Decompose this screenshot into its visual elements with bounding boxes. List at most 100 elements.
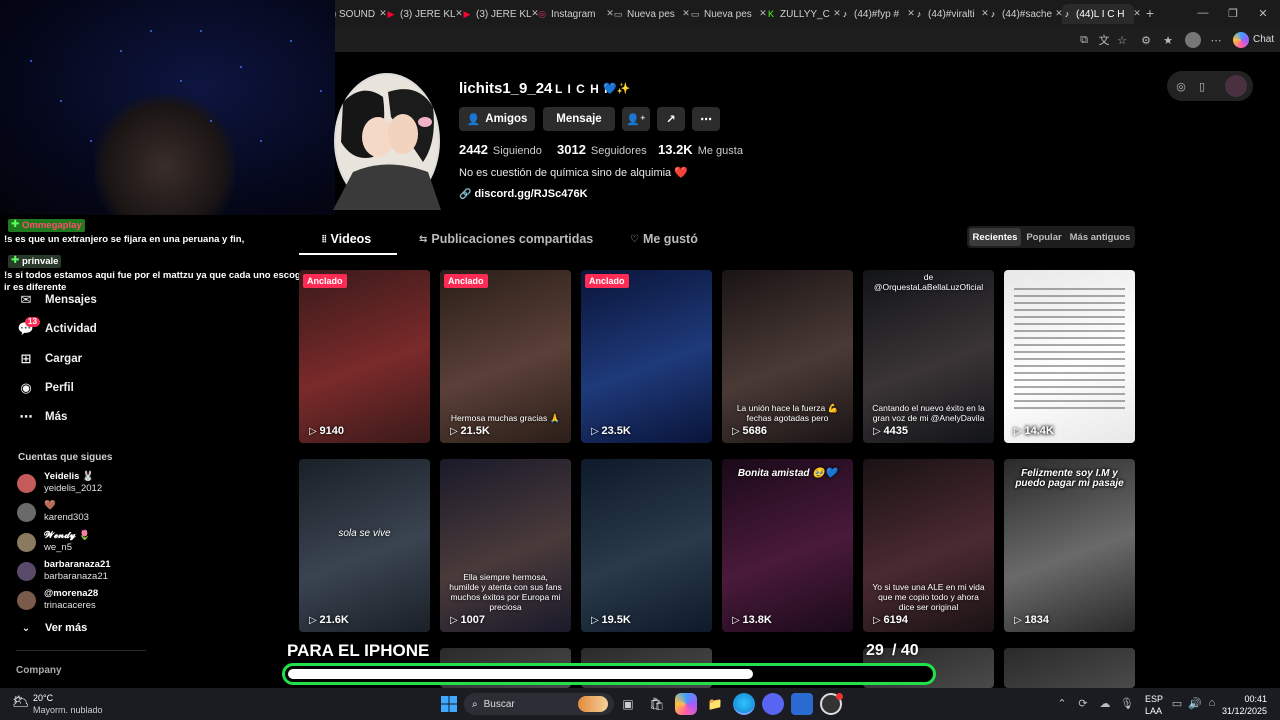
video-tile[interactable]: ▷ 19.5K (581, 459, 712, 632)
share-button[interactable]: ↗ (657, 107, 685, 131)
language-code[interactable]: ESP (1145, 694, 1163, 704)
windows-start-icon[interactable] (438, 693, 460, 715)
sort-option[interactable]: Popular (1023, 228, 1065, 246)
tab-heart[interactable]: ♡ Me gustó (630, 232, 698, 246)
clock-date[interactable]: 31/12/2025 (1219, 706, 1267, 716)
tab-label: (44)#sache (1002, 8, 1053, 20)
see-more-label: Ver más (45, 622, 88, 634)
device-icon[interactable]: ▯ (1196, 79, 1208, 93)
company-link[interactable]: Company (16, 665, 62, 676)
following-item[interactable]: barbaranaza21 barbaranaza21 (17, 559, 111, 583)
network-icon[interactable]: ⌂ (1206, 697, 1218, 709)
more-options-button[interactable]: ⋯ (692, 107, 720, 131)
display-icon[interactable]: ▭ (1171, 697, 1183, 710)
store-icon[interactable]: 🛍 (646, 693, 668, 715)
tab-12[interactable]: ♪ (44)#viralti (914, 4, 982, 24)
video-tile[interactable]: La unión hace la fuerza 💪 fechas agotada… (722, 270, 853, 443)
following-item[interactable]: 🤎 karend303 (17, 500, 89, 524)
translate-icon[interactable]: 文 (1097, 33, 1111, 47)
video-tile[interactable]: Anclado Hermosa muchas gracias 🙏 ▷ 21.5K (440, 270, 571, 443)
tab-grid[interactable]: ⦙⦙ Videos (322, 232, 371, 246)
onedrive-icon[interactable]: ☁ (1099, 697, 1111, 710)
pinned-badge: Anclado (303, 274, 347, 288)
close-window-icon[interactable]: ✕ (1256, 6, 1270, 20)
favorites-bar-icon[interactable]: ★ (1161, 33, 1175, 47)
following-item[interactable]: 𝓦𝓮𝓷𝓭𝔂 🌷 we_n5 (17, 530, 90, 554)
tab-6[interactable]: ▶ (3) JERE KL (462, 4, 532, 24)
show-hidden-icons[interactable]: ⌃ (1056, 697, 1068, 710)
view-count-value: 4435 (883, 425, 908, 437)
tab-8[interactable]: ▭ Nueva pes (613, 4, 683, 24)
sidebar-item-2[interactable]: ⊞ Cargar (18, 351, 83, 367)
sidebar-item-label: Perfil (45, 382, 74, 394)
browser-menu-icon[interactable]: ⋯ (1209, 33, 1223, 47)
tab-5[interactable]: ▶ (3) JERE KL (386, 4, 456, 24)
language-layout[interactable]: LAA (1145, 706, 1162, 716)
new-tab-icon[interactable]: + (1143, 5, 1157, 21)
sidebar-item-4[interactable]: ⋯ Más (18, 409, 68, 425)
discord-icon[interactable] (762, 693, 784, 715)
weather-desc[interactable]: Mayorm. nublado (33, 705, 103, 715)
sort-option[interactable]: Más antiguos (1067, 228, 1133, 246)
favorite-icon[interactable]: ☆ (1115, 33, 1129, 47)
stat-label: Me gusta (697, 145, 743, 157)
extensions-icon[interactable]: ⚙ (1139, 33, 1153, 47)
video-tile[interactable]: sola se vive ▷ 21.6K (299, 459, 430, 632)
video-tile[interactable]: Anclado ▷ 9140 (299, 270, 430, 443)
light-dot (120, 50, 122, 52)
copilot-taskbar-icon[interactable] (675, 693, 697, 715)
open-external-icon[interactable]: ⧉ (1077, 33, 1091, 47)
weather-temp[interactable]: 20°C (33, 693, 53, 703)
tab-9[interactable]: ▭ Nueva pes (690, 4, 760, 24)
video-tile[interactable]: Ella siempre hermosa, humilde y atenta c… (440, 459, 571, 632)
minimize-icon[interactable]: — (1196, 6, 1210, 20)
video-tile[interactable]: Felizmente soy I.M y puedo pagar mi pasa… (1004, 459, 1135, 632)
edge-icon[interactable] (733, 693, 755, 715)
following-handle: karend303 (44, 512, 89, 523)
video-caption: La unión hace la fuerza 💪 fechas agotada… (736, 403, 839, 423)
weather-icon[interactable]: 🌥 (12, 693, 30, 711)
following-item[interactable]: @morena28 trinacaceres (17, 588, 98, 612)
task-view-icon[interactable]: ▣ (617, 693, 639, 715)
profile-avatar[interactable] (1185, 32, 1201, 48)
app-icon[interactable] (791, 693, 813, 715)
tab-13[interactable]: ♪ (44)#sache (988, 4, 1056, 24)
tab-7[interactable]: ◎ Instagram (537, 4, 607, 24)
sidebar-item-3[interactable]: ◉ Perfil (18, 380, 74, 396)
tab-14[interactable]: ♪ (44)L I C H (1062, 4, 1134, 24)
view-count-value: 14.4K (1024, 425, 1054, 437)
video-tile[interactable] (1004, 648, 1135, 688)
tab-10[interactable]: K ZULLYY_C (766, 4, 834, 24)
tab-11[interactable]: ♪ (44)#fyp # (840, 4, 908, 24)
tab-repost[interactable]: ⇆ Publicaciones compartidas (419, 232, 593, 246)
profile-link[interactable]: 🔗 discord.gg/RJSc476K (459, 188, 588, 200)
tab-label: (44)L I C H (1076, 8, 1125, 20)
sidebar-item-0[interactable]: ✉ Mensajes (18, 292, 97, 308)
clock-time[interactable]: 00:41 (1227, 694, 1267, 704)
copilot-icon[interactable] (1233, 32, 1249, 48)
video-tile[interactable]: Anclado ▷ 23.5K (581, 270, 712, 443)
video-tile[interactable]: Yo si tuve una ALE en mi vida que me cop… (863, 459, 994, 632)
file-explorer-icon[interactable]: 📁 (704, 693, 726, 715)
chat-button-label[interactable]: Chat (1253, 34, 1274, 45)
sort-option[interactable]: Recientes (969, 228, 1021, 246)
microphone-icon[interactable]: 🎙 (1120, 697, 1134, 710)
user-avatar-small[interactable] (1225, 75, 1247, 97)
video-tile[interactable]: Bonita amistad 🥹💙 ▷ 13.8K (722, 459, 853, 632)
maximize-icon[interactable]: ❐ (1226, 6, 1240, 20)
compass-icon[interactable]: ◎ (1174, 79, 1188, 93)
stat-item[interactable]: 3012 Seguidores (557, 142, 647, 157)
taskbar-search[interactable]: ⌕ Buscar (464, 693, 614, 715)
see-more-button[interactable]: ⌄ Ver más (18, 622, 87, 634)
message-button[interactable]: Mensaje (543, 107, 615, 131)
suggest-accounts-button[interactable]: 👤⁺ (622, 107, 650, 131)
volume-icon[interactable]: 🔊 (1188, 697, 1202, 710)
video-tile[interactable]: ▷ 14.4K (1004, 270, 1135, 443)
close-tab-icon[interactable]: ✕ (1132, 8, 1142, 18)
sync-icon[interactable]: ⟳ (1077, 697, 1089, 710)
following-item[interactable]: Yeidelis 🐰 yeidelis_2012 (17, 471, 102, 495)
stat-item[interactable]: 2442 Siguiendo (459, 142, 542, 157)
stat-item[interactable]: 13.2K Me gusta (658, 142, 743, 157)
friends-button[interactable]: 👤 Amigos (459, 107, 535, 131)
video-tile[interactable]: Cantando el nuevo éxito en la gran voz d… (863, 270, 994, 443)
